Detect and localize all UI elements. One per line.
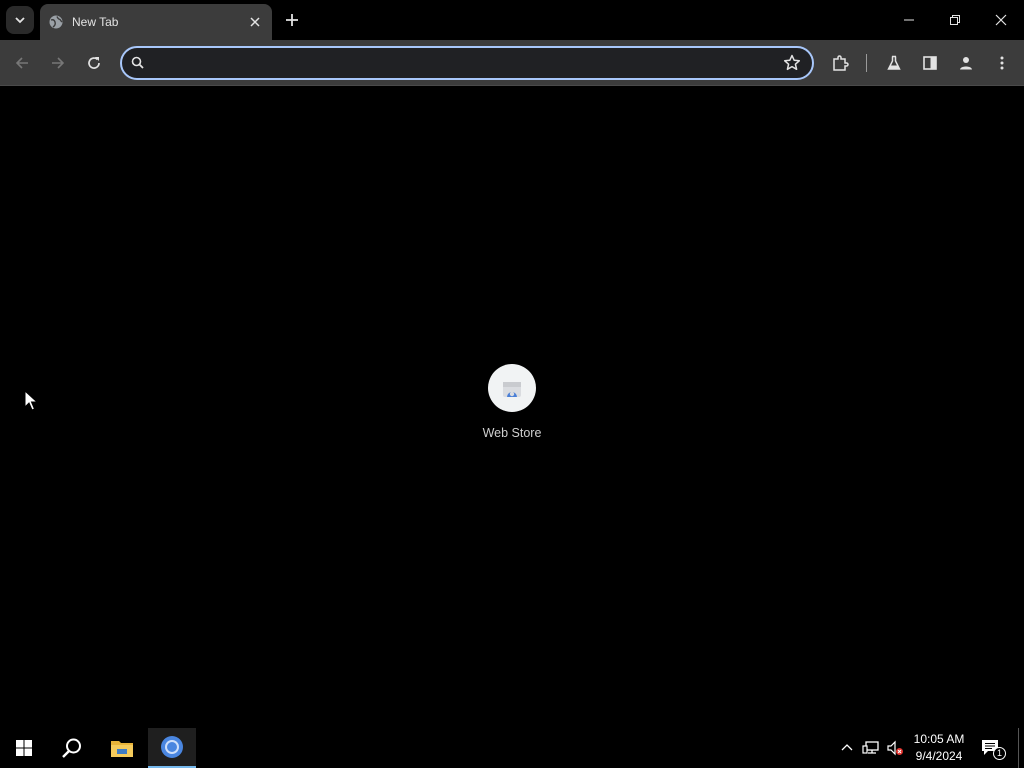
address-bar[interactable] <box>120 46 814 80</box>
close-icon[interactable] <box>246 13 264 31</box>
star-icon[interactable] <box>782 53 802 73</box>
side-panel-icon <box>923 56 937 70</box>
flask-icon <box>887 55 901 70</box>
minimize-button[interactable] <box>886 0 932 40</box>
shortcut-web-store[interactable]: Web Store <box>472 364 552 454</box>
taskbar: 10:05 AM 9/4/2024 1 <box>0 728 1024 768</box>
extensions-button[interactable] <box>826 49 854 77</box>
globe-icon <box>48 14 64 30</box>
windows-logo-icon <box>16 740 32 756</box>
web-store-icon <box>503 382 521 397</box>
network-icon <box>862 741 879 754</box>
action-center-button[interactable]: 1 <box>980 738 1006 760</box>
toolbar-separator <box>866 54 867 72</box>
profile-button[interactable] <box>952 49 980 77</box>
restore-button[interactable] <box>932 0 978 40</box>
labs-button[interactable] <box>880 49 908 77</box>
side-panel-button[interactable] <box>916 49 944 77</box>
chrome-taskbar-button[interactable] <box>148 728 196 768</box>
shortcut-label: Web Store <box>482 426 542 440</box>
close-window-button[interactable] <box>978 0 1024 40</box>
new-tab-button[interactable] <box>280 8 304 32</box>
clock-date: 9/4/2024 <box>915 749 963 763</box>
close-icon <box>995 14 1007 26</box>
arrow-right-icon <box>52 57 65 69</box>
menu-button[interactable] <box>988 49 1016 77</box>
search-icon <box>131 56 144 69</box>
tab-title: New Tab <box>72 15 119 29</box>
shortcut-icon <box>488 364 536 412</box>
toolbar <box>0 40 1024 86</box>
minimize-icon <box>904 19 914 21</box>
volume-tray-button[interactable] <box>886 739 904 757</box>
tab-new-tab[interactable]: New Tab <box>40 4 272 40</box>
show-desktop-button[interactable] <box>1018 728 1019 768</box>
restore-icon <box>950 15 960 25</box>
reload-icon <box>88 57 100 69</box>
tab-search-button[interactable] <box>6 6 34 34</box>
person-icon <box>960 57 972 70</box>
puzzle-icon <box>833 55 849 71</box>
reload-button[interactable] <box>80 49 108 77</box>
address-input[interactable] <box>156 48 776 78</box>
clock-time: 10:05 AM <box>913 732 965 746</box>
taskbar-clock[interactable]: 10:05 AM 9/4/2024 <box>906 731 972 765</box>
new-tab-page: Web Store <box>0 87 1024 728</box>
search-icon <box>62 738 81 758</box>
start-button[interactable] <box>0 728 48 768</box>
arrow-left-icon <box>15 57 28 69</box>
forward-button[interactable] <box>44 49 72 77</box>
chrome-icon <box>161 736 183 758</box>
file-explorer-button[interactable] <box>98 728 146 768</box>
back-button[interactable] <box>8 49 36 77</box>
folder-icon <box>111 741 133 757</box>
chevron-up-icon <box>841 744 853 751</box>
tab-strip: New Tab <box>0 0 1024 40</box>
mouse-cursor-icon <box>24 390 38 411</box>
plus-icon <box>286 14 298 26</box>
kebab-menu-icon <box>1000 56 1004 70</box>
volume-muted-icon <box>887 740 903 756</box>
network-tray-button[interactable] <box>862 739 880 757</box>
show-hidden-icons-button[interactable] <box>838 739 856 757</box>
notification-badge: 1 <box>993 747 1006 760</box>
search-taskbar-button[interactable] <box>48 728 96 768</box>
chevron-down-icon <box>15 17 25 24</box>
